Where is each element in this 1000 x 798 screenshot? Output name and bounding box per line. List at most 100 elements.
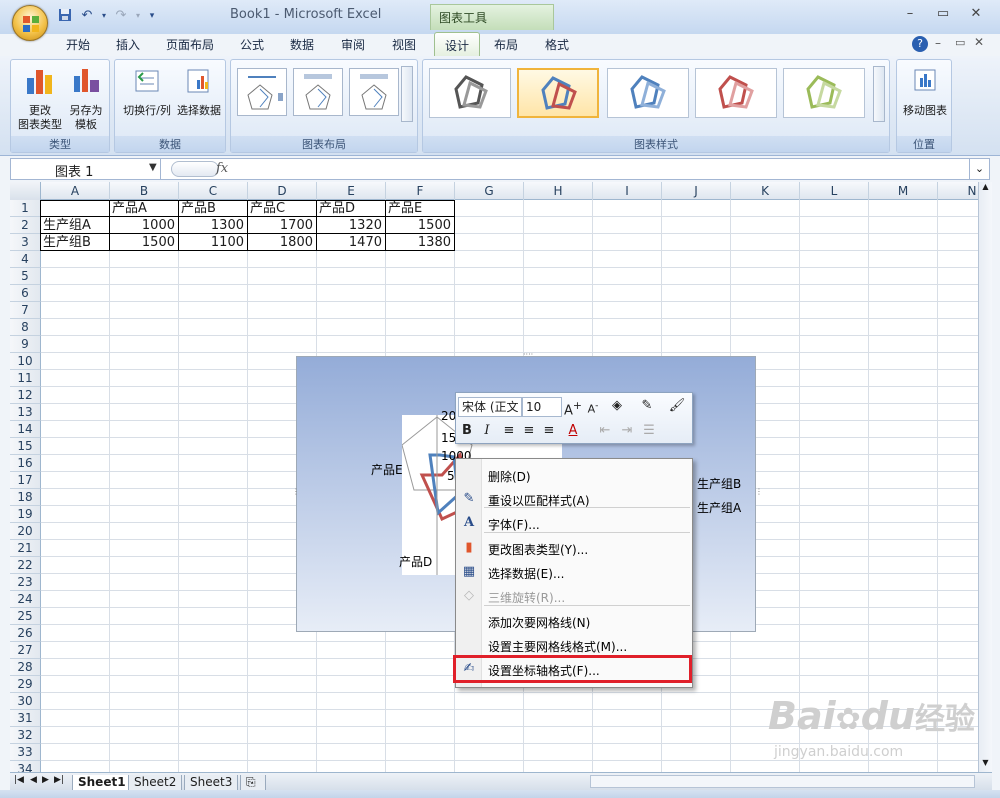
row-header[interactable]: 5	[10, 268, 41, 285]
row-header[interactable]: 18	[10, 489, 41, 506]
row-header[interactable]: 24	[10, 591, 41, 608]
tab-insert[interactable]: 插入	[116, 36, 140, 53]
font-name-box[interactable]: 宋体 (正文	[458, 397, 522, 417]
chart-style-2[interactable]	[517, 68, 599, 118]
save-icon[interactable]	[56, 8, 74, 24]
style-scroll[interactable]	[873, 66, 885, 122]
redo-icon[interactable]: ↷	[112, 8, 130, 24]
row-header[interactable]: 22	[10, 557, 41, 574]
row-header[interactable]: 23	[10, 574, 41, 591]
column-header[interactable]: I	[593, 182, 662, 200]
ribbon-restore-icon[interactable]: ▭	[955, 36, 965, 49]
row-header[interactable]: 21	[10, 540, 41, 557]
close-icon[interactable]: ✕	[966, 6, 986, 24]
chart-style-4[interactable]	[695, 68, 777, 118]
column-header[interactable]: H	[524, 182, 593, 200]
change-chart-type-button[interactable]: 更改 图表类型	[15, 66, 65, 132]
bullets-icon[interactable]: ☰	[640, 422, 658, 440]
row-header[interactable]: 34	[10, 761, 41, 772]
sheet-tab-sheet2[interactable]: Sheet2	[128, 775, 183, 791]
row-header[interactable]: 10	[10, 353, 41, 370]
column-header[interactable]: B	[110, 182, 179, 200]
sheet-nav-prev-icon[interactable]: ◀	[30, 775, 37, 785]
chevron-down-icon[interactable]: ▼	[149, 162, 157, 173]
cell[interactable]: 1320	[317, 217, 385, 234]
tab-design[interactable]: 设计	[434, 32, 481, 56]
tab-layout[interactable]: 布局	[494, 36, 518, 53]
select-all-corner[interactable]	[10, 182, 41, 200]
grow-font-icon[interactable]: A+	[564, 397, 582, 418]
column-header[interactable]: K	[731, 182, 800, 200]
cell[interactable]: 生产组A	[41, 217, 109, 234]
sheet-nav-last-icon[interactable]: ▶|	[54, 775, 64, 785]
row-header[interactable]: 11	[10, 370, 41, 387]
switch-row-column-button[interactable]: 切换行/列	[119, 66, 175, 118]
chevron-down-icon[interactable]: ▾	[134, 8, 142, 24]
tab-page-layout[interactable]: 页面布局	[166, 36, 214, 53]
menu-item[interactable]: ▮ 更改图表类型(Y)...	[456, 536, 692, 560]
row-header[interactable]: 14	[10, 421, 41, 438]
cell[interactable]: 生产组B	[41, 234, 109, 251]
fill-color-icon[interactable]: ◈	[608, 397, 626, 415]
customize-qat-icon[interactable]: ▾	[146, 8, 158, 24]
row-header[interactable]: 12	[10, 387, 41, 404]
ribbon-close-icon[interactable]: ✕	[974, 35, 984, 49]
chart-style-1[interactable]	[429, 68, 511, 118]
row-header[interactable]: 16	[10, 455, 41, 472]
cell[interactable]: 产品B	[179, 200, 247, 217]
row-header[interactable]: 29	[10, 676, 41, 693]
row-header[interactable]: 32	[10, 727, 41, 744]
font-size-box[interactable]: 10	[522, 397, 562, 417]
undo-icon[interactable]: ↶	[78, 8, 96, 24]
cell[interactable]: 1800	[248, 234, 316, 251]
select-data-button[interactable]: 选择数据	[173, 66, 225, 118]
cell[interactable]: 产品A	[110, 200, 178, 217]
sheet-nav-next-icon[interactable]: ▶	[42, 775, 49, 785]
column-header[interactable]: E	[317, 182, 386, 200]
align-left-icon[interactable]: ≡	[500, 422, 518, 440]
name-box[interactable]: 图表 1	[11, 159, 161, 180]
chart-style-5[interactable]	[783, 68, 865, 118]
cell[interactable]: 1380	[386, 234, 454, 251]
row-header[interactable]: 8	[10, 319, 41, 336]
menu-item[interactable]: 设置主要网格线格式(M)...	[456, 633, 692, 657]
cell[interactable]: 产品E	[386, 200, 454, 217]
insert-sheet-icon[interactable]: ⎘	[240, 775, 266, 791]
menu-item[interactable]: 删除(D)	[456, 463, 692, 487]
tab-format[interactable]: 格式	[545, 36, 569, 53]
cell[interactable]: 1100	[179, 234, 247, 251]
minimize-icon[interactable]: –	[900, 6, 920, 24]
row-header[interactable]: 15	[10, 438, 41, 455]
cell[interactable]: 1300	[179, 217, 247, 234]
vertical-scrollbar[interactable]: ▲ ▼	[978, 182, 992, 772]
row-header[interactable]: 7	[10, 302, 41, 319]
insert-function-icon[interactable]: fx	[216, 161, 228, 176]
cell[interactable]: 1700	[248, 217, 316, 234]
align-center-icon[interactable]: ≡	[520, 422, 538, 440]
column-header[interactable]: M	[869, 182, 938, 200]
tab-view[interactable]: 视图	[392, 36, 416, 53]
row-header[interactable]: 25	[10, 608, 41, 625]
row-header[interactable]: 33	[10, 744, 41, 761]
column-header[interactable]: C	[179, 182, 248, 200]
cell[interactable]: 产品C	[248, 200, 316, 217]
chart-layout-1[interactable]	[237, 68, 287, 116]
menu-item[interactable]: 添加次要网格线(N)	[456, 609, 692, 633]
cell[interactable]: 1000	[110, 217, 178, 234]
cell[interactable]: 1500	[386, 217, 454, 234]
column-header[interactable]: N	[938, 182, 978, 200]
legend-entry[interactable]: 生产组A	[697, 499, 741, 516]
column-header[interactable]: F	[386, 182, 455, 200]
decrease-indent-icon[interactable]: ⇤	[596, 422, 614, 440]
chevron-down-icon[interactable]: ▾	[100, 8, 108, 24]
layout-scroll[interactable]	[401, 66, 413, 122]
save-as-template-button[interactable]: 另存为 模板	[63, 66, 109, 132]
italic-button[interactable]: I	[478, 422, 496, 440]
sheet-tab-sheet1[interactable]: Sheet1	[72, 775, 132, 791]
chart-layout-3[interactable]	[349, 68, 399, 116]
row-header[interactable]: 13	[10, 404, 41, 421]
row-header[interactable]: 20	[10, 523, 41, 540]
row-header[interactable]: 3	[10, 234, 41, 251]
help-icon[interactable]: ?	[912, 36, 928, 52]
column-header[interactable]: A	[41, 182, 110, 200]
